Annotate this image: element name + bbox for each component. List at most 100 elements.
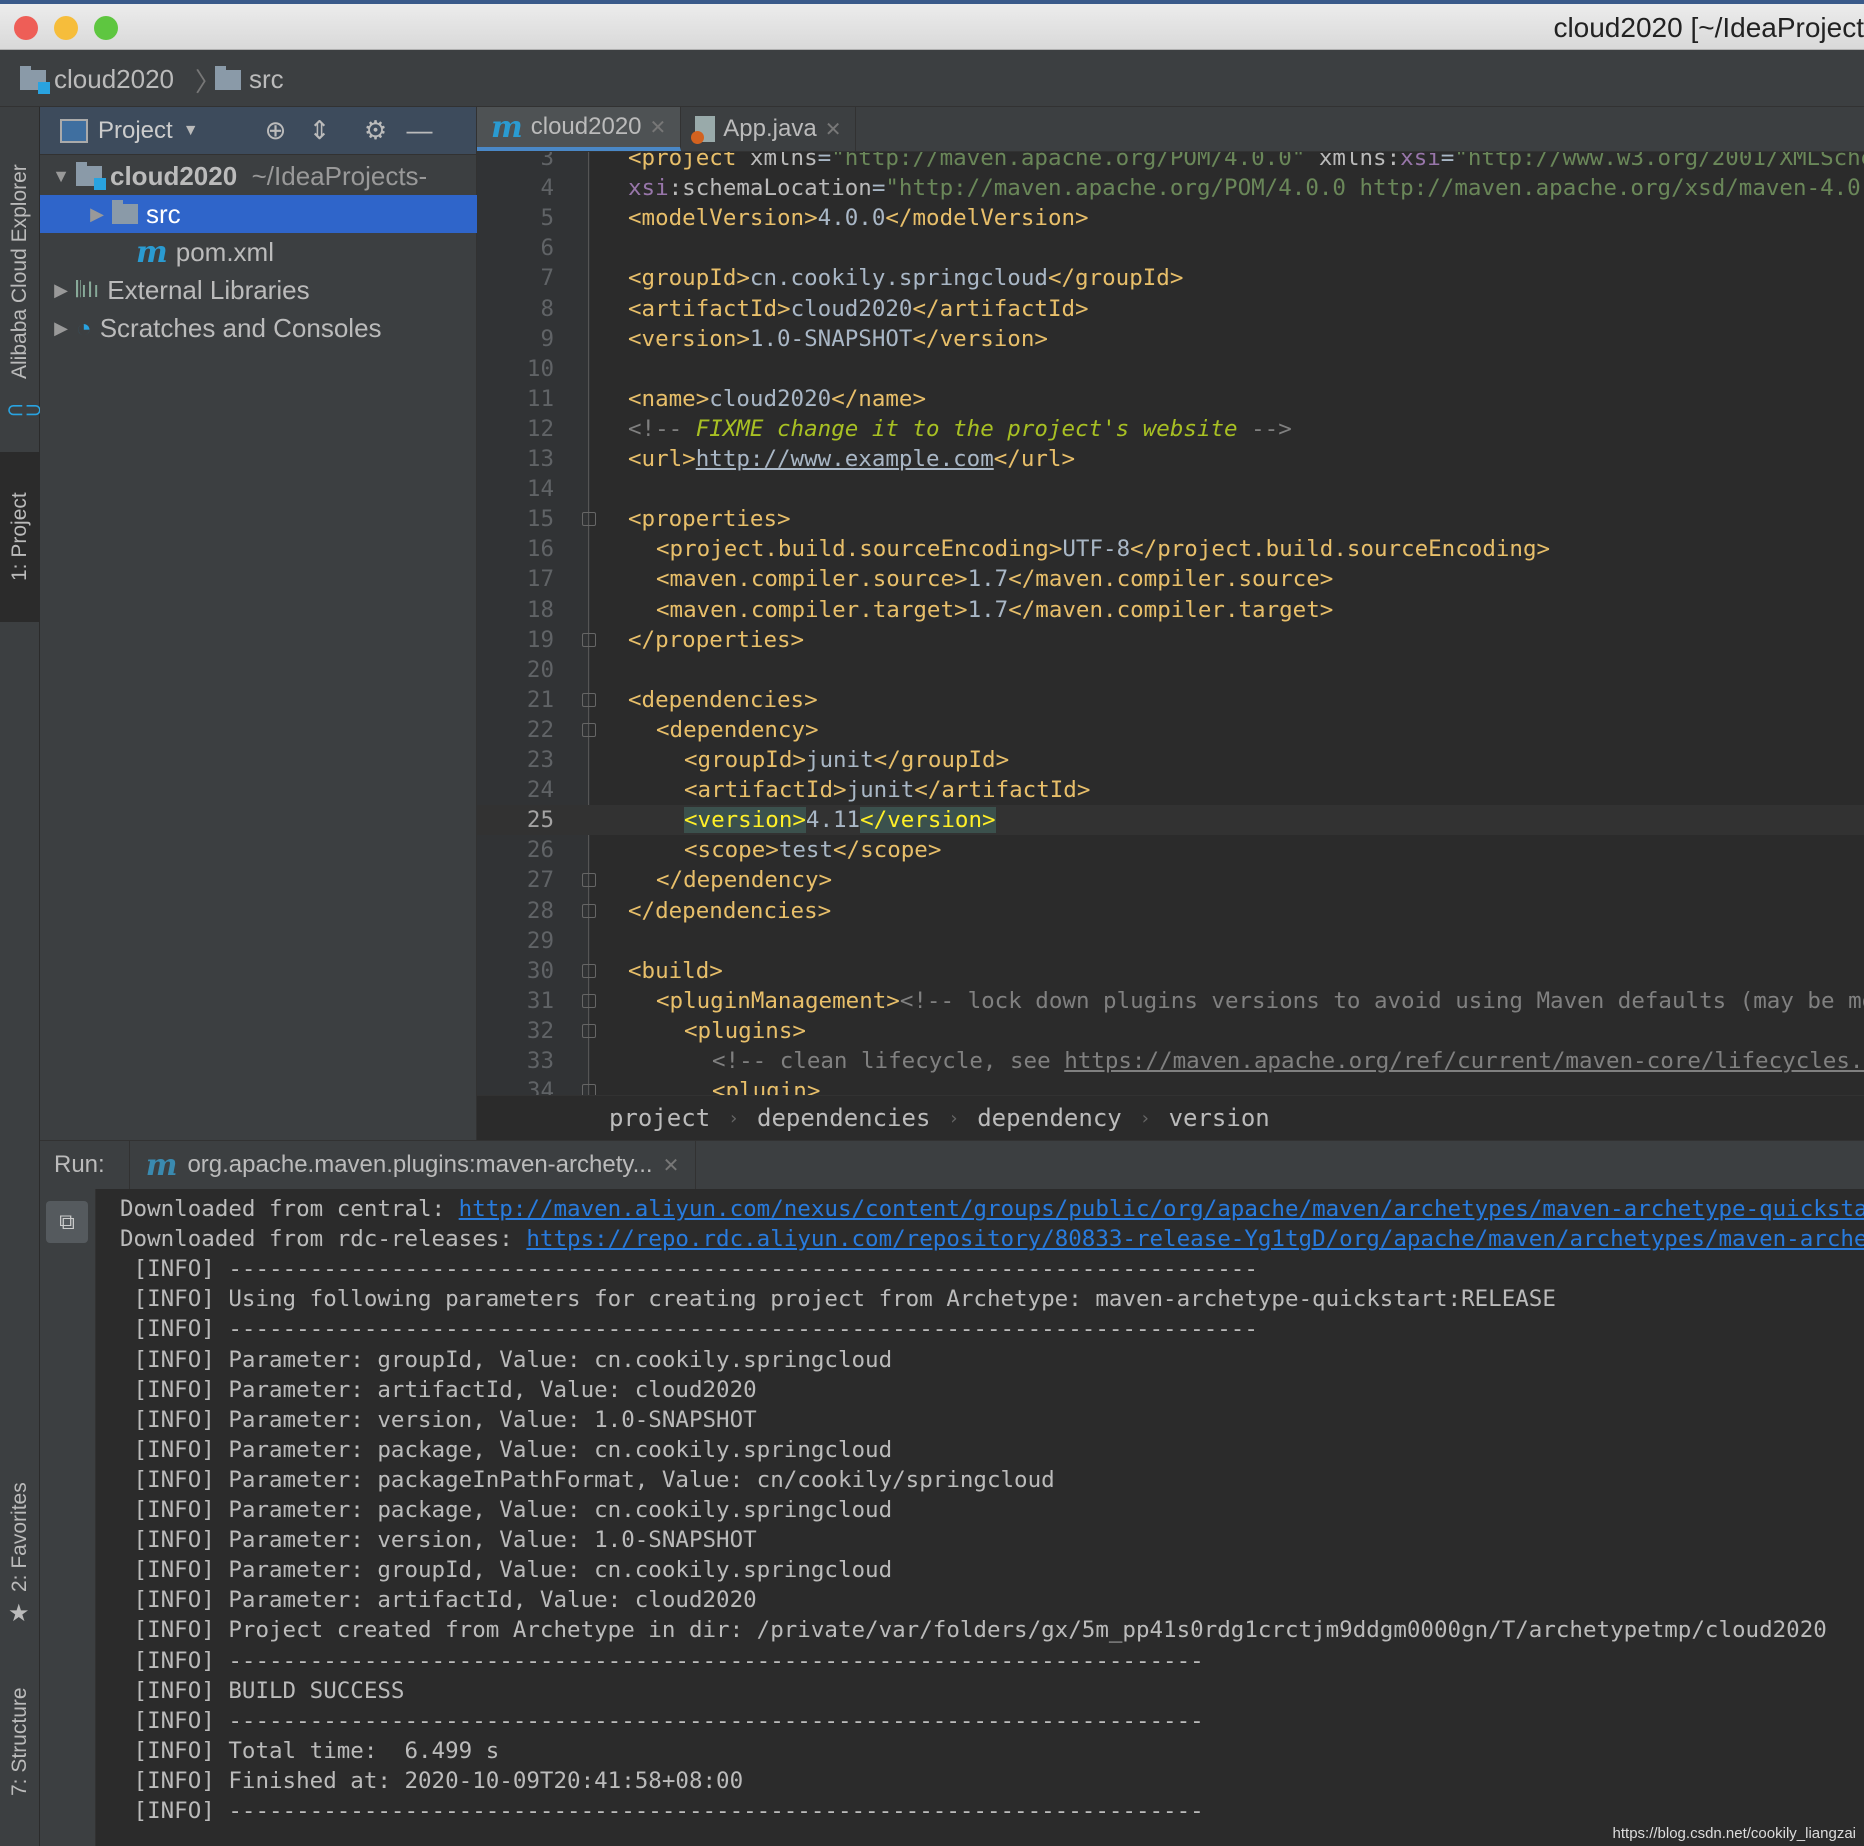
collapse-all-icon[interactable]: ⇕	[303, 115, 337, 146]
console-text: [INFO] Parameter: groupId, Value: cn.coo…	[120, 1557, 893, 1584]
fold-marker-icon[interactable]	[582, 1023, 596, 1038]
fold-marker-icon[interactable]	[582, 963, 596, 978]
code-token: </dependency>	[656, 867, 833, 894]
expand-arrow-icon: ▼	[52, 165, 70, 186]
close-icon[interactable]: ✕	[825, 117, 842, 142]
breadcrumb-dependency[interactable]: dependency	[977, 1104, 1122, 1132]
fold-marker-icon[interactable]	[582, 903, 596, 918]
fold-marker-icon[interactable]	[582, 722, 596, 737]
fold-marker-icon[interactable]	[582, 692, 596, 707]
code-text: </dependencies>	[628, 896, 831, 926]
close-icon[interactable]: ✕	[663, 1153, 680, 1178]
console-text: [INFO] ---------------------------------…	[120, 1316, 1258, 1343]
code-token: =	[1440, 152, 1455, 171]
code-line: 5 <modelVersion>4.0.0</modelVersion>	[477, 203, 1864, 233]
code-token: :schemaLocation	[668, 175, 872, 202]
star-icon: ★	[8, 1600, 30, 1627]
expand-arrow-icon: ▶	[54, 279, 68, 300]
code-text: <version>1.0-SNAPSHOT</version>	[628, 324, 1048, 354]
code-token: </groupId>	[873, 747, 1010, 773]
line-number: 25	[526, 807, 554, 834]
nav-item-src[interactable]: src	[215, 64, 284, 95]
scratches-icon: ◔	[76, 312, 92, 343]
tree-item-label: pom.xml	[175, 236, 274, 267]
code-token: <maven.compiler.target>	[656, 596, 968, 623]
run-tab[interactable]: m org.apache.maven.plugins:maven-archety…	[128, 1141, 697, 1189]
nav-label: cloud2020	[54, 64, 174, 94]
hide-icon[interactable]: —	[403, 115, 437, 146]
console-link[interactable]: https://repo.rdc.aliyun.com/repository/8…	[526, 1226, 1864, 1252]
fold-marker-icon[interactable]	[582, 512, 596, 527]
tree-item-external-libraries[interactable]: ▶ 𝄃ıIı External Libraries	[40, 271, 477, 309]
code-token: <dependency>	[656, 716, 819, 743]
console-text: [INFO] Parameter: groupId, Value: cn.coo…	[120, 1346, 893, 1373]
maven-icon: m	[491, 109, 523, 145]
code-text: </dependency>	[656, 865, 832, 895]
code-token: FIXME change it to the project's website	[695, 415, 1238, 442]
tree-item-path: ~/IdeaProjects-	[237, 160, 428, 191]
console-link[interactable]: http://maven.aliyun.com/nexus/content/gr…	[459, 1196, 1864, 1222]
nav-item-cloud2020[interactable]: cloud2020	[20, 64, 174, 95]
fold-marker-icon[interactable]	[582, 993, 596, 1008]
code-text: <maven.compiler.target>1.7</maven.compil…	[656, 595, 1333, 625]
close-icon[interactable]: ✕	[650, 115, 667, 140]
code-token: xsi	[1400, 152, 1441, 171]
maven-icon: m	[145, 1147, 178, 1183]
close-window-button[interactable]	[14, 16, 38, 40]
code-token: </modelVersion>	[885, 205, 1089, 232]
line-number: 32	[526, 1017, 554, 1044]
code-text: <plugin>	[712, 1076, 820, 1095]
label: 1: Project	[8, 492, 31, 582]
title-bar: cloud2020 [~/IdeaProject	[0, 0, 1864, 50]
code-area[interactable]: 3 <project xmlns="http://maven.apache.org…	[477, 152, 1864, 1095]
project-view-selector[interactable]: Project	[98, 117, 173, 145]
breadcrumb-project[interactable]: project	[609, 1104, 710, 1132]
line-number: 7	[540, 265, 554, 292]
code-line: 4 xsi:schemaLocation="http://maven.apache…	[477, 173, 1864, 203]
code-token: https://maven.apache.org/ref/current/mav…	[1064, 1048, 1864, 1074]
line-number: 31	[526, 987, 554, 1014]
tool-window-alibaba-cloud-explorer[interactable]: Alibaba Cloud Explorer	[0, 127, 40, 417]
zoom-window-button[interactable]	[94, 16, 118, 40]
console-output[interactable]: Downloaded from central: http://maven.al…	[96, 1189, 1864, 1846]
locate-icon[interactable]: ⊕	[259, 115, 293, 146]
code-token: =	[817, 152, 832, 171]
gear-icon[interactable]: ⚙	[359, 115, 393, 146]
code-token: junit	[805, 747, 874, 773]
tree-item-scratches-and-consoles[interactable]: ▶ ◔ Scratches and Consoles	[40, 309, 477, 347]
tree-item-cloud2020[interactable]: ▼ cloud2020 ~/IdeaProjects-	[40, 157, 477, 195]
tab-cloud2020[interactable]: m cloud2020 ✕	[477, 107, 682, 151]
line-number: 23	[526, 747, 554, 773]
folder-icon	[112, 200, 138, 224]
code-text: <modelVersion>4.0.0</modelVersion>	[628, 203, 1089, 233]
tool-window-favorites[interactable]: 2: Favorites	[0, 1457, 40, 1617]
tree-item-src[interactable]: ▶ src	[40, 195, 477, 233]
code-text: <url>http://www.example.com</url>	[628, 444, 1075, 474]
console-line: [INFO] ---------------------------------…	[120, 1796, 1204, 1826]
code-token: xsi	[628, 175, 669, 202]
badge	[94, 178, 106, 190]
breadcrumb-version[interactable]: version	[1169, 1104, 1270, 1132]
minimize-window-button[interactable]	[54, 16, 78, 40]
line-number: 30	[526, 957, 554, 984]
tree-item-pom-xml[interactable]: m pom.xml	[40, 233, 477, 271]
code-token: <modelVersion>	[628, 205, 818, 232]
console-line: [INFO] Parameter: version, Value: 1.0-SN…	[120, 1525, 757, 1555]
fold-marker-icon[interactable]	[582, 1084, 596, 1095]
code-text: <artifactId>junit</artifactId>	[684, 775, 1090, 805]
chevron-down-icon[interactable]: ▼	[183, 122, 199, 140]
tree-item-label: src	[146, 198, 181, 229]
console-line: [INFO] ---------------------------------…	[120, 1706, 1204, 1736]
tab-app-java[interactable]: App.java ✕	[681, 107, 857, 151]
expand-arrow-icon: ▶	[54, 317, 68, 338]
tool-window-project[interactable]: 1: Project	[0, 452, 40, 622]
line-number: 4	[540, 175, 554, 202]
breadcrumb-dependencies[interactable]: dependencies	[757, 1104, 930, 1132]
window-title: cloud2020 [~/IdeaProject	[1553, 12, 1864, 43]
console-line: [INFO] Parameter: package, Value: cn.coo…	[120, 1495, 893, 1525]
fold-marker-icon[interactable]	[582, 873, 596, 888]
console-text: [INFO] ---------------------------------…	[120, 1707, 1204, 1734]
restore-layout-icon[interactable]: ⧉	[46, 1201, 88, 1243]
tool-window-structure[interactable]: 7: Structure	[0, 1667, 40, 1817]
fold-marker-icon[interactable]	[582, 632, 596, 647]
